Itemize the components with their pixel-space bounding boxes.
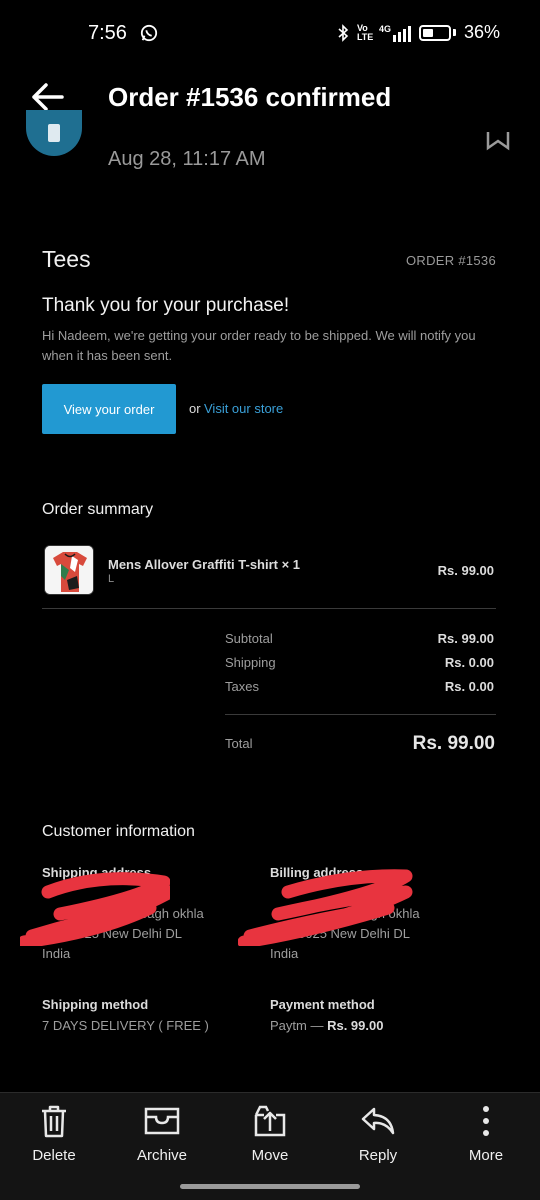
signal-icon: 4G bbox=[379, 24, 411, 42]
divider bbox=[225, 714, 496, 715]
taxes-value: Rs. 0.00 bbox=[444, 679, 494, 694]
payment-provider: Paytm — bbox=[270, 1018, 324, 1033]
shipping-label: Shipping bbox=[225, 655, 276, 670]
customer-info-title: Customer information bbox=[42, 823, 195, 840]
reply-button[interactable]: Reply bbox=[333, 1103, 423, 1164]
shipping-value: Rs. 0.00 bbox=[444, 655, 494, 670]
move-icon bbox=[254, 1105, 286, 1137]
order-summary-title: Order summary bbox=[42, 501, 154, 518]
delete-label: Delete bbox=[32, 1147, 76, 1164]
subtotal-label: Subtotal bbox=[225, 631, 273, 646]
status-time: 7:56 bbox=[88, 22, 127, 44]
shipping-country: India bbox=[42, 946, 71, 961]
payment-method-value: Paytm — Rs. 99.00 bbox=[270, 1018, 383, 1033]
billing-country: India bbox=[270, 946, 299, 961]
status-bar: 7:56 Vo LTE 4G 36% bbox=[0, 0, 540, 68]
tshirt-image bbox=[45, 546, 93, 594]
back-arrow-icon[interactable] bbox=[28, 80, 68, 114]
or-text: or bbox=[189, 401, 201, 416]
battery-icon bbox=[418, 24, 451, 41]
product-price: Rs. 99.00 bbox=[437, 563, 494, 578]
thank-you-heading: Thank you for your purchase! bbox=[42, 295, 290, 316]
reply-label: Reply bbox=[358, 1147, 398, 1164]
product-name: Mens Allover Graffiti T-shirt × 1 bbox=[108, 557, 301, 572]
status-icons: Vo LTE 4G 36% bbox=[337, 22, 500, 43]
thank-you-message: Hi Nadeem, we're getting your order read… bbox=[42, 328, 476, 363]
redaction-mark bbox=[238, 869, 413, 946]
visit-store-link[interactable]: Visit our store bbox=[204, 401, 283, 416]
product-image[interactable] bbox=[44, 545, 94, 595]
payment-method-label: Payment method bbox=[270, 997, 375, 1012]
redaction-mark bbox=[20, 872, 170, 946]
shipping-method-label: Shipping method bbox=[42, 997, 149, 1012]
volte-icon: Vo LTE bbox=[356, 22, 374, 42]
payment-amount: Rs. 99.00 bbox=[327, 1018, 384, 1033]
archive-button[interactable]: Archive bbox=[117, 1103, 207, 1164]
trash-icon bbox=[42, 1105, 66, 1138]
store-name: Tees bbox=[42, 246, 91, 272]
more-button[interactable]: More bbox=[441, 1103, 531, 1164]
order-number: ORDER #1536 bbox=[405, 253, 496, 268]
archive-label: Archive bbox=[136, 1147, 188, 1164]
shipping-method-value: 7 DAYS DELIVERY ( FREE ) bbox=[42, 1018, 209, 1033]
view-order-button[interactable]: View your order bbox=[42, 384, 176, 434]
page-title: Order #1536 confirmed bbox=[108, 82, 392, 112]
reply-icon bbox=[361, 1107, 395, 1135]
product-variant: L bbox=[108, 573, 115, 585]
subtotal-value: Rs. 99.00 bbox=[437, 631, 494, 646]
total-label: Total bbox=[225, 736, 253, 751]
archive-icon bbox=[144, 1107, 180, 1135]
move-label: Move bbox=[251, 1147, 289, 1164]
total-value: Rs. 99.00 bbox=[412, 733, 495, 754]
battery-percent: 36% bbox=[463, 22, 500, 42]
email-date: Aug 28, 11:17 AM bbox=[108, 148, 266, 170]
taxes-label: Taxes bbox=[225, 679, 259, 694]
sender-avatar[interactable] bbox=[26, 110, 82, 156]
bookmark-icon[interactable] bbox=[486, 132, 510, 152]
more-vertical-icon bbox=[483, 1106, 489, 1136]
more-label: More bbox=[468, 1147, 504, 1164]
bluetooth-icon bbox=[338, 23, 349, 42]
divider bbox=[42, 608, 496, 609]
whatsapp-icon bbox=[140, 24, 158, 42]
home-indicator[interactable] bbox=[180, 1184, 360, 1189]
delete-button[interactable]: Delete bbox=[9, 1103, 99, 1164]
move-button[interactable]: Move bbox=[225, 1103, 315, 1164]
